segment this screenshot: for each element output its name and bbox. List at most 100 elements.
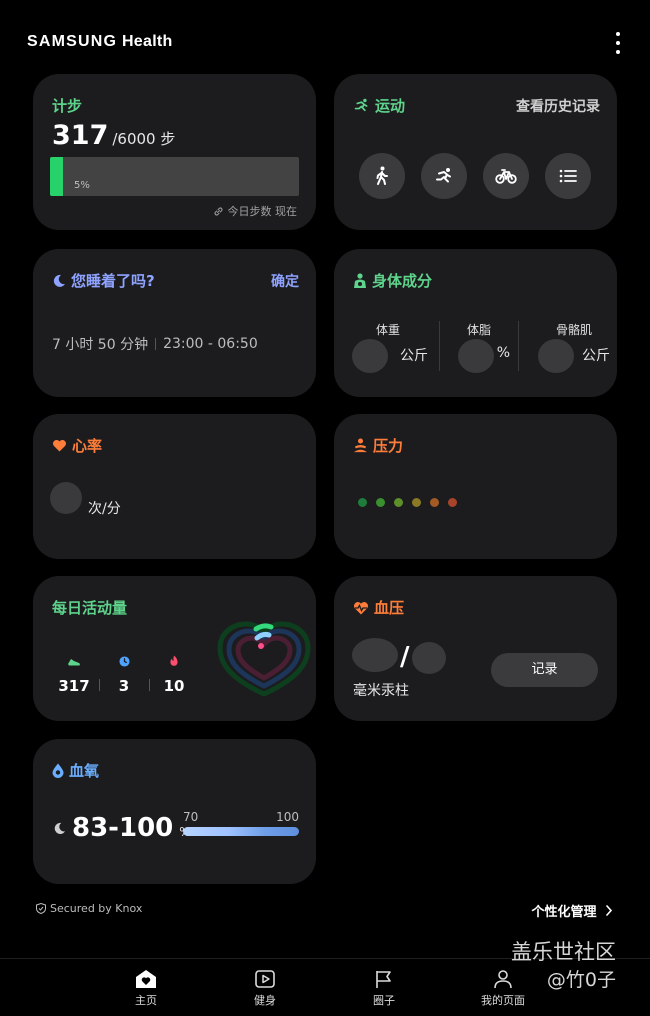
home-heart-icon bbox=[136, 970, 156, 988]
stress-dot bbox=[430, 498, 439, 507]
heart-title: 心率 bbox=[72, 437, 103, 455]
stress-dot bbox=[412, 498, 421, 507]
fat-unit: % bbox=[496, 345, 510, 361]
stress-card[interactable]: 压力 bbox=[334, 414, 617, 559]
heart-icon bbox=[53, 439, 66, 452]
tab-fitness-label: 健身 bbox=[254, 994, 276, 1007]
activity-calories-value: 10 bbox=[163, 677, 185, 695]
stress-dot bbox=[376, 498, 385, 507]
fat-metric: 体脂 % bbox=[439, 321, 519, 373]
app-brand: SAMSUNG Health bbox=[27, 33, 173, 51]
spo2-range-bar bbox=[183, 827, 299, 836]
exercise-history-link[interactable]: 查看历史记录 bbox=[516, 96, 600, 116]
sleep-summary: 7 小时 50 分钟 23:00 - 06:50 bbox=[52, 334, 258, 354]
tab-home[interactable]: 主页 bbox=[101, 969, 191, 1008]
spo2-header: 血氧 bbox=[52, 760, 99, 781]
activity-steps: 317 bbox=[49, 652, 99, 695]
weight-value-blurred bbox=[352, 339, 388, 373]
steps-footer: 今日步数 现在 bbox=[213, 203, 297, 219]
muscle-value-blurred bbox=[538, 339, 574, 373]
fat-value-blurred bbox=[458, 339, 494, 373]
watermark-line2: @竹0子 bbox=[546, 969, 616, 992]
tab-fitness[interactable]: 健身 bbox=[220, 969, 310, 1008]
walking-icon bbox=[376, 166, 388, 185]
sleep-confirm-button[interactable]: 确定 bbox=[271, 271, 299, 291]
steps-percent: 5% bbox=[74, 180, 90, 191]
sleep-duration: 7 小时 50 分钟 bbox=[52, 337, 149, 353]
drop-icon bbox=[52, 763, 64, 778]
activity-steps-value: 317 bbox=[58, 677, 90, 695]
cycling-icon bbox=[495, 169, 517, 184]
bp-record-button[interactable]: 记录 bbox=[491, 653, 598, 687]
bp-unit: 毫米汞柱 bbox=[353, 683, 409, 699]
muscle-metric: 骨骼肌 公斤 bbox=[530, 321, 610, 373]
sleep-range: 23:00 - 06:50 bbox=[163, 336, 258, 352]
cycling-button[interactable] bbox=[483, 153, 529, 199]
watermark: 盖乐世社区 @竹0子 bbox=[511, 940, 616, 992]
list-icon bbox=[559, 169, 577, 183]
tab-community[interactable]: 圈子 bbox=[339, 969, 429, 1008]
personalize-label: 个性化管理 bbox=[531, 905, 597, 920]
running-icon bbox=[436, 167, 451, 182]
sleep-title: 您睡着了吗? bbox=[71, 272, 155, 290]
shoe-icon bbox=[68, 659, 80, 666]
app-header: SAMSUNG Health bbox=[0, 0, 650, 74]
steps-title: 计步 bbox=[52, 97, 83, 115]
blood-oxygen-card[interactable]: 血氧 83-100 % 70 100 bbox=[33, 739, 316, 884]
exercise-buttons bbox=[359, 153, 591, 199]
steps-card[interactable]: 计步 317 /6000 步 5% 今日步数 现在 bbox=[33, 74, 316, 230]
knox-badge: Secured by Knox bbox=[36, 902, 142, 915]
activity-minutes: 3 bbox=[99, 652, 149, 695]
weight-metric: 体重 公斤 bbox=[348, 321, 428, 373]
chevron-right-icon bbox=[606, 905, 613, 916]
stress-header: 压力 bbox=[353, 435, 403, 456]
weight-label: 体重 bbox=[375, 323, 400, 337]
shield-icon bbox=[36, 903, 46, 914]
heart-header: 心率 bbox=[52, 435, 102, 456]
more-options-icon[interactable] bbox=[610, 32, 626, 54]
bp-systolic-blurred bbox=[352, 638, 398, 672]
exercise-header: 运动 bbox=[353, 95, 405, 116]
bp-diastolic-blurred bbox=[412, 642, 446, 674]
body-metrics: 体重 公斤 体脂 % 骨骼肌 公斤 bbox=[348, 321, 610, 373]
muscle-label: 骨骼肌 bbox=[555, 323, 592, 337]
body-header: 身体成分 bbox=[353, 270, 432, 291]
fitness-play-icon bbox=[255, 970, 275, 988]
stress-dot bbox=[448, 498, 457, 507]
flag-icon bbox=[376, 971, 391, 988]
tab-my-page-label: 我的页面 bbox=[481, 994, 525, 1007]
moon-icon bbox=[54, 822, 66, 834]
stress-level-dots bbox=[358, 498, 457, 507]
exercise-card[interactable]: 运动 查看历史记录 bbox=[334, 74, 617, 230]
sleep-card[interactable]: 您睡着了吗? 确定 7 小时 50 分钟 23:00 - 06:50 bbox=[33, 249, 316, 397]
moon-icon bbox=[53, 274, 65, 287]
steps-goal: /6000 步 bbox=[112, 130, 176, 148]
stress-dot bbox=[394, 498, 403, 507]
body-composition-icon bbox=[354, 272, 366, 288]
activity-stats: 317 3 10 bbox=[49, 652, 199, 695]
clock-icon bbox=[118, 656, 130, 667]
stress-title: 压力 bbox=[373, 437, 404, 455]
spo2-scale-labels: 70 100 bbox=[183, 810, 299, 824]
fat-label: 体脂 bbox=[466, 323, 491, 337]
blood-pressure-card[interactable]: 血压 / 毫米汞柱 记录 bbox=[334, 576, 617, 721]
heart-rate-card[interactable]: 心率 次/分 bbox=[33, 414, 316, 559]
muscle-unit: 公斤 bbox=[582, 348, 610, 364]
bp-header: 血压 bbox=[353, 597, 404, 618]
personalize-link[interactable]: 个性化管理 bbox=[531, 901, 613, 920]
spo2-scale: 70 100 bbox=[183, 810, 299, 836]
list-button[interactable] bbox=[545, 153, 591, 199]
divider bbox=[155, 338, 157, 350]
stress-dot bbox=[358, 498, 367, 507]
sleep-header: 您睡着了吗? bbox=[52, 270, 155, 291]
exercise-title: 运动 bbox=[375, 97, 406, 115]
running-button[interactable] bbox=[421, 153, 467, 199]
heart-rate-unit: 次/分 bbox=[88, 501, 121, 517]
walking-button[interactable] bbox=[359, 153, 405, 199]
daily-activity-card[interactable]: 每日活动量 317 3 10 bbox=[33, 576, 316, 721]
brand-health: Health bbox=[121, 33, 173, 50]
activity-minutes-value: 3 bbox=[118, 677, 130, 695]
spo2-scale-max: 100 bbox=[276, 810, 299, 824]
stress-icon bbox=[353, 438, 368, 453]
body-composition-card[interactable]: 身体成分 体重 公斤 体脂 % 骨骼肌 公斤 bbox=[334, 249, 617, 397]
